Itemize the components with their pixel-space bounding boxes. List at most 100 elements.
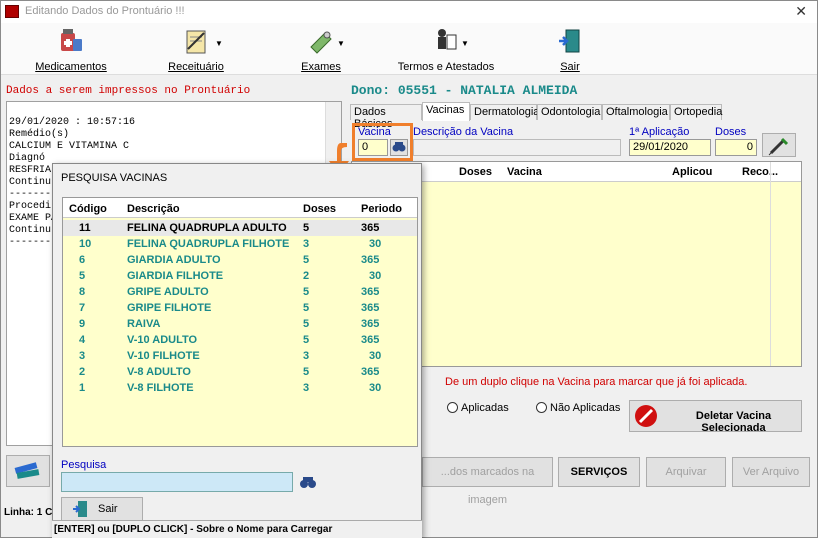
row-codigo: 8: [79, 286, 86, 298]
close-button[interactable]: ✕: [795, 3, 807, 20]
list-item[interactable]: 1 V-8 FILHOTE 3 30: [63, 380, 417, 396]
radio-aplicadas[interactable]: [447, 402, 458, 413]
list-item[interactable]: 3 V-10 FILHOTE 3 30: [63, 348, 417, 364]
ver-arquivo-button[interactable]: Ver Arquivo: [732, 457, 810, 487]
tab-oftalmologia[interactable]: Oftalmologia: [602, 104, 670, 120]
notes-heading: Dados a serem impressos no Prontuário: [6, 85, 251, 97]
tab-dados-basicos[interactable]: Dados Básicos: [350, 104, 422, 130]
row-periodo: 365: [361, 318, 380, 330]
list-item[interactable]: 9 RAIVA 5 365: [63, 316, 417, 332]
binoculars-icon[interactable]: [299, 474, 317, 490]
row-periodo: 365: [361, 286, 380, 298]
certificate-icon: [438, 29, 457, 50]
grid-col-doses: Doses: [459, 166, 493, 178]
row-descricao: V-10 FILHOTE: [127, 350, 200, 362]
row-codigo: 6: [79, 254, 86, 266]
row-periodo: 30: [369, 382, 382, 394]
list-item[interactable]: 6 GIARDIA ADULTO 5 365: [63, 252, 417, 268]
row-codigo: 7: [79, 302, 86, 314]
toolbar-exames[interactable]: ▼ Exames: [291, 27, 351, 73]
arquivar-button[interactable]: Arquivar: [646, 457, 726, 487]
radio-nao-aplicadas[interactable]: [536, 402, 547, 413]
servicos-label: SERVIÇOS: [570, 466, 628, 478]
row-doses: 2: [303, 270, 310, 282]
row-periodo: 365: [361, 254, 380, 266]
servicos-button[interactable]: SERVIÇOS: [558, 457, 640, 487]
title-bar: Editando Dados do Prontuário !!! ✕: [1, 1, 817, 23]
books-icon: [14, 462, 40, 479]
col-periodo: Periodo: [361, 203, 402, 215]
descricao-field[interactable]: [413, 139, 621, 156]
vaccine-list[interactable]: Código Descrição Doses Periodo 11 FELINA…: [62, 197, 418, 447]
dados-marcados-button[interactable]: ...dos marcados na imagem: [422, 457, 553, 506]
syringe-icon: [768, 137, 789, 156]
row-periodo: 365: [361, 366, 380, 378]
row-doses: 5: [303, 366, 310, 378]
row-descricao: GRIPE ADULTO: [127, 286, 209, 298]
aplicacao-field[interactable]: 29/01/2020: [629, 139, 711, 156]
sair-button[interactable]: Sair: [61, 497, 143, 521]
row-periodo: 30: [369, 270, 382, 282]
doses-label: Doses: [715, 126, 747, 138]
list-item[interactable]: 4 V-10 ADULTO 5 365: [63, 332, 417, 348]
row-periodo: 30: [369, 238, 382, 250]
row-descricao: V-10 ADULTO: [127, 334, 198, 346]
notes-line: 29/01/2020 : 10:57:16: [9, 117, 136, 128]
list-item[interactable]: 11 FELINA QUADRUPLA ADULTO 5 365: [63, 220, 417, 236]
list-item[interactable]: 10 FELINA QUADRUPLA FILHOTE 3 30: [63, 236, 417, 252]
toolbar-receituario[interactable]: ▼ Receituário: [161, 27, 231, 73]
owner-value: 05551 - NATALIA ALMEIDA: [397, 83, 578, 98]
search-label: Pesquisa: [61, 459, 107, 471]
vaccine-search-dialog: PESQUISA VACINAS Código Descrição Doses …: [52, 163, 422, 538]
row-codigo: 5: [79, 270, 86, 282]
app-icon: [5, 5, 19, 18]
col-descricao: Descrição: [127, 203, 180, 215]
descricao-label: Descrição da Vacina: [413, 126, 514, 138]
row-codigo: 11: [79, 222, 91, 234]
delete-vaccine-label: Deletar Vacina Selecionada: [695, 410, 772, 434]
search-input[interactable]: [61, 472, 293, 492]
row-codigo: 3: [79, 350, 86, 362]
grid-divider: [770, 162, 771, 366]
book-button[interactable]: [6, 455, 50, 487]
list-item[interactable]: 7 GRIPE FILHOTE 5 365: [63, 300, 417, 316]
list-item[interactable]: 2 V-8 ADULTO 5 365: [63, 364, 417, 380]
tab-ortopedia[interactable]: Ortopedia: [670, 104, 722, 120]
radio-aplicadas-label: Aplicadas: [461, 402, 509, 414]
list-item[interactable]: 8 GRIPE ADULTO 5 365: [63, 284, 417, 300]
row-doses: 5: [303, 318, 310, 330]
apply-vaccine-button[interactable]: [762, 133, 796, 157]
prescription-icon: [186, 30, 206, 54]
toolbar-termos[interactable]: ▼ Termos e Atestados: [397, 27, 495, 73]
row-codigo: 2: [79, 366, 86, 378]
tab-vacinas[interactable]: Vacinas: [422, 102, 470, 121]
main-window: Editando Dados do Prontuário !!! ✕ Medic…: [0, 0, 818, 538]
toolbar-label-exames: Exames: [301, 61, 341, 73]
tab-odontologia[interactable]: Odontologia: [537, 104, 602, 120]
row-codigo: 1: [79, 382, 86, 394]
dialog-status: [ENTER] ou [DUPLO CLICK] - Sobre o Nome …: [52, 520, 422, 538]
doses-field[interactable]: 0: [715, 139, 757, 156]
grid-col-vacina: Vacina: [507, 166, 542, 178]
medicine-icon: [61, 29, 82, 51]
toolbar-medicamentos[interactable]: Medicamentos: [31, 27, 111, 73]
row-descricao: GIARDIA ADULTO: [127, 254, 221, 266]
row-descricao: V-8 ADULTO: [127, 366, 191, 378]
list-item[interactable]: 5 GIARDIA FILHOTE 2 30: [63, 268, 417, 284]
notes-line: Remédio(s): [9, 129, 70, 140]
radio-nao-aplicadas-label: Não Aplicadas: [550, 402, 621, 414]
toolbar-sair[interactable]: Sair: [547, 27, 593, 73]
grid-col-reco: Reco...: [742, 166, 779, 178]
row-descricao: V-8 FILHOTE: [127, 382, 194, 394]
row-descricao: RAIVA: [127, 318, 161, 330]
row-doses: 3: [303, 382, 310, 394]
row-doses: 5: [303, 254, 310, 266]
row-doses: 3: [303, 238, 310, 250]
row-periodo: 365: [361, 222, 380, 234]
row-descricao: FELINA QUADRUPLA ADULTO: [127, 222, 287, 234]
row-descricao: GIARDIA FILHOTE: [127, 270, 224, 282]
delete-vaccine-button[interactable]: Deletar Vacina Selecionada: [629, 400, 802, 434]
row-codigo: 9: [79, 318, 86, 330]
status-line: Linha: 1 Co: [4, 507, 59, 518]
tab-dermatologia[interactable]: Dermatologia: [470, 104, 539, 120]
